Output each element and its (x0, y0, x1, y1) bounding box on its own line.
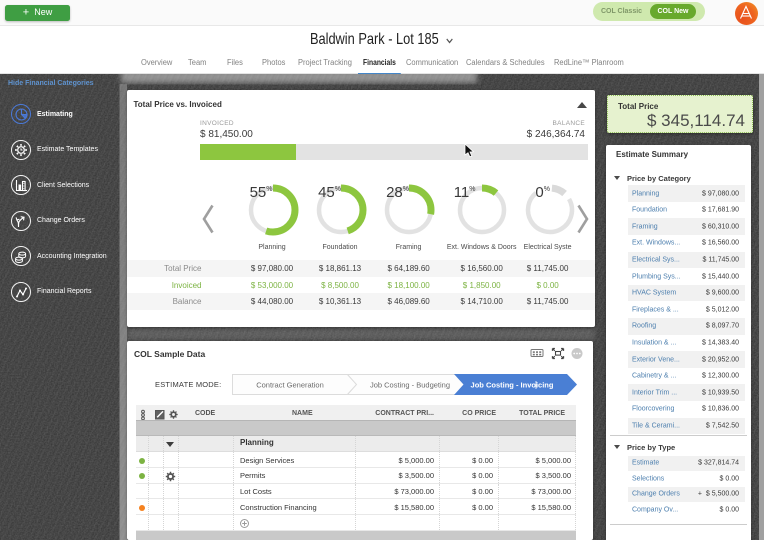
svg-text:Contract Generation: Contract Generation (256, 381, 324, 390)
svg-text:Job Costing - Invoicing: Job Costing - Invoicing (471, 381, 554, 390)
svg-text:Job Costing - Budgeting: Job Costing - Budgeting (370, 381, 450, 390)
